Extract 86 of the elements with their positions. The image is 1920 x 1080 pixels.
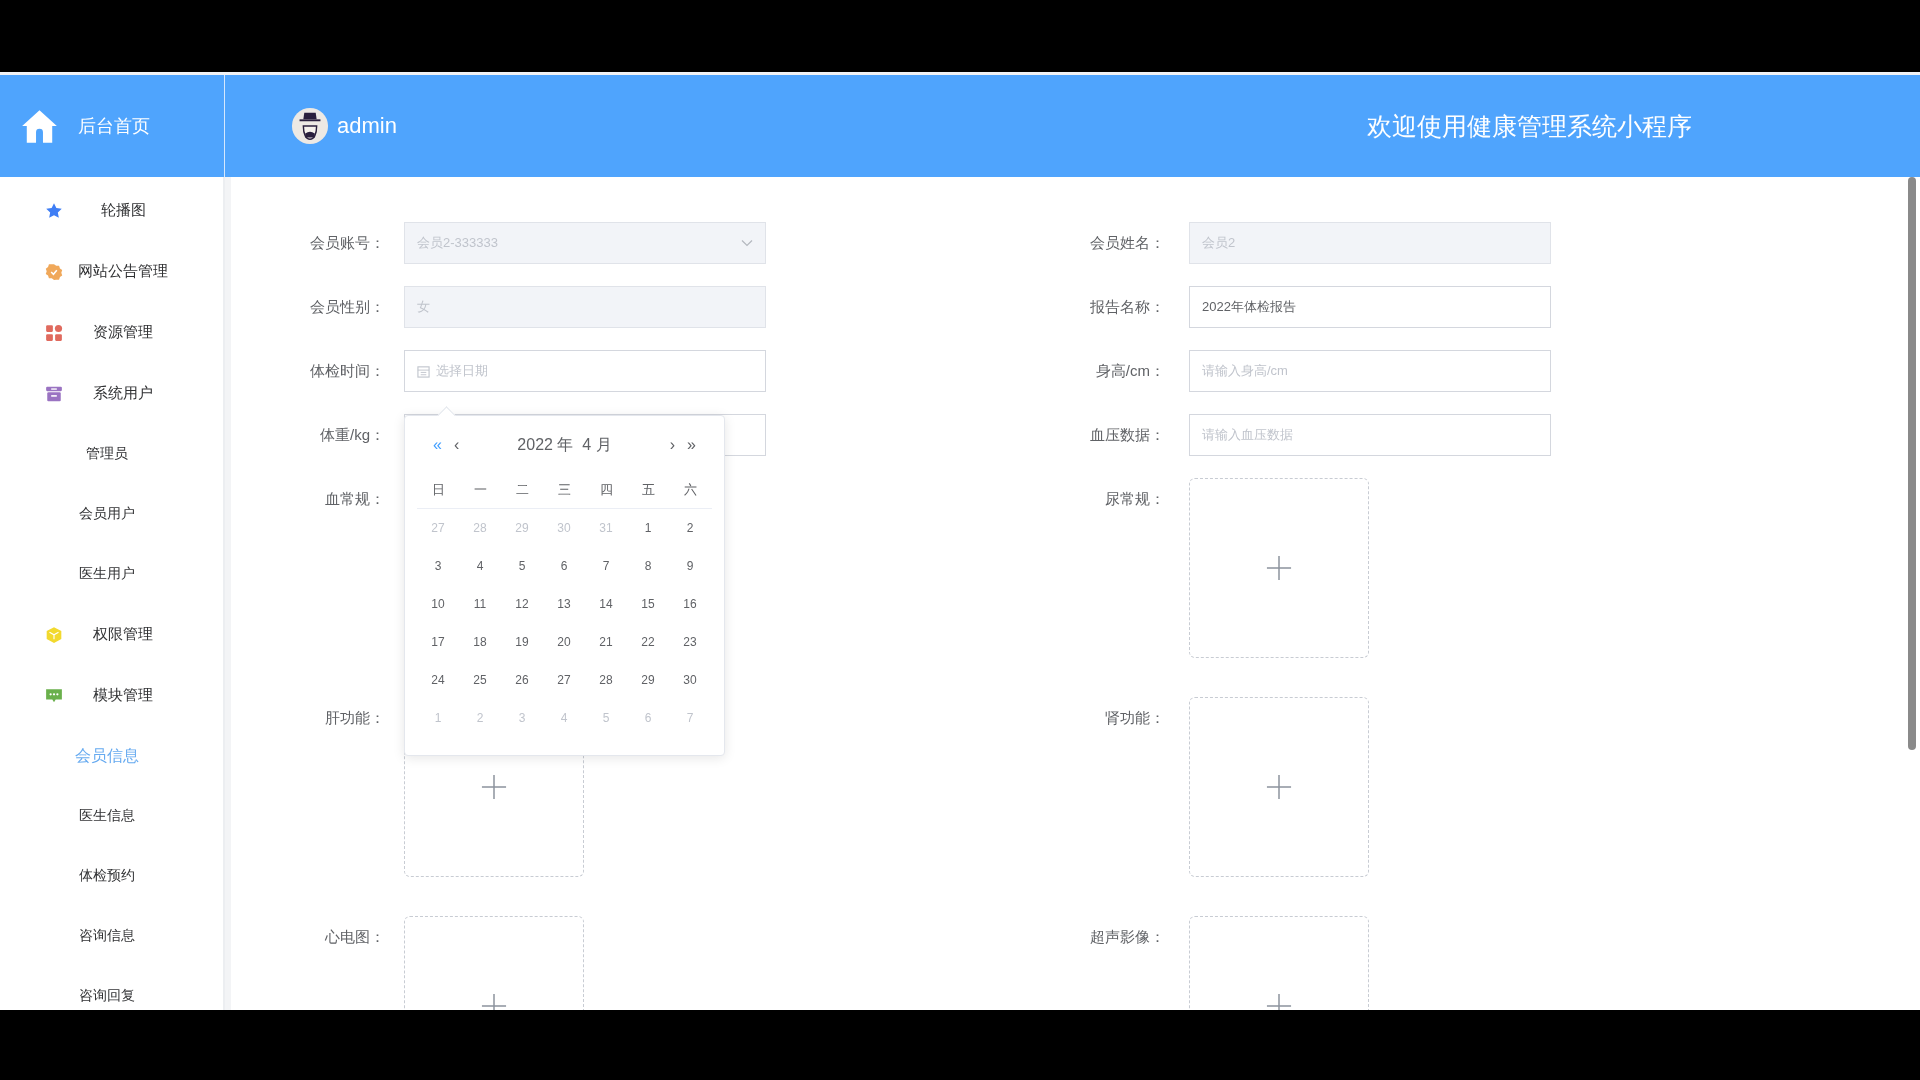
plus-icon: [481, 774, 507, 800]
calendar-day[interactable]: 17: [417, 635, 459, 649]
weekday-label: 日: [430, 481, 446, 499]
field-label: 会员账号：: [309, 233, 386, 253]
star-icon: [45, 201, 63, 220]
calendar-day[interactable]: 24: [417, 673, 459, 687]
menu-item[interactable]: 模块管理: [0, 665, 223, 726]
badge-icon: [45, 262, 63, 281]
submenu-item[interactable]: 咨询回复: [0, 966, 223, 1010]
menu-item[interactable]: 资源管理: [0, 302, 223, 363]
calendar-day[interactable]: 26: [501, 673, 543, 687]
month-title: 2022 年 4 月: [516, 434, 613, 455]
calendar-day[interactable]: 13: [543, 597, 585, 611]
avatar-icon: [291, 107, 329, 145]
calendar-day[interactable]: 21: [585, 635, 627, 649]
field-label: 尿常规：: [1104, 489, 1166, 509]
upload-box[interactable]: [1189, 478, 1369, 658]
calendar-day[interactable]: 2: [669, 521, 711, 535]
upload-box[interactable]: [1189, 697, 1369, 877]
home-icon: [21, 108, 58, 144]
calendar-day[interactable]: 23: [669, 635, 711, 649]
calendar-day[interactable]: 19: [501, 635, 543, 649]
weekday-label: 四: [598, 481, 614, 499]
calendar-day[interactable]: 30: [669, 673, 711, 687]
field-label: 体检时间：: [309, 361, 386, 381]
calendar-day[interactable]: 16: [669, 597, 711, 611]
calendar-day[interactable]: 20: [543, 635, 585, 649]
cube-icon: [45, 625, 63, 644]
submenu-item[interactable]: 咨询信息: [0, 906, 223, 966]
submenu-item[interactable]: 管理员: [0, 424, 223, 484]
menu-item[interactable]: 系统用户: [0, 363, 223, 424]
calendar-day[interactable]: 14: [585, 597, 627, 611]
menu-item[interactable]: 权限管理: [0, 604, 223, 665]
input-field[interactable]: 2022年体检报告: [1189, 286, 1551, 328]
archive-icon: [45, 384, 63, 403]
field-label: 会员性别：: [309, 297, 386, 317]
calendar-day[interactable]: 12: [501, 597, 543, 611]
weekday-label: 六: [682, 481, 698, 499]
previous-month-button[interactable]: ‹: [447, 435, 466, 455]
menu-item[interactable]: 轮播图: [0, 180, 223, 241]
next-month-button[interactable]: ›: [663, 435, 682, 455]
calendar-day[interactable]: 6: [543, 559, 585, 573]
user-name: admin: [337, 113, 397, 139]
weekday-label: 三: [556, 481, 572, 499]
calendar-day[interactable]: 29: [627, 673, 669, 687]
field-label: 体重/kg：: [319, 425, 386, 445]
menu-item[interactable]: 网站公告管理: [0, 241, 223, 302]
weekday-label: 一: [472, 481, 488, 499]
calendar-day[interactable]: 9: [669, 559, 711, 573]
submenu-item[interactable]: 医生信息: [0, 786, 223, 846]
field-label: 肾功能：: [1104, 708, 1166, 728]
field-label: 心电图：: [324, 927, 386, 947]
calendar-day[interactable]: 8: [627, 559, 669, 573]
plus-icon: [1266, 774, 1292, 800]
plus-icon: [1266, 555, 1292, 581]
app-title: 欢迎使用健康管理系统小程序: [1367, 110, 1692, 142]
field-label: 身高/cm：: [1094, 361, 1166, 381]
calendar-day[interactable]: 18: [459, 635, 501, 649]
field-label: 血常规：: [324, 489, 386, 509]
calendar-day[interactable]: 15: [627, 597, 669, 611]
field-label: 超声影像：: [1089, 927, 1166, 947]
calendar-day[interactable]: 7: [585, 559, 627, 573]
calendar-icon: [417, 364, 430, 378]
calendar-day[interactable]: 27: [543, 673, 585, 687]
field-label: 会员姓名：: [1089, 233, 1166, 253]
field-label: 血压数据：: [1089, 425, 1166, 445]
calendar-day[interactable]: 22: [627, 635, 669, 649]
calendar-day[interactable]: 3: [417, 559, 459, 573]
calendar-day[interactable]: 5: [501, 559, 543, 573]
submenu-item[interactable]: 体检预约: [0, 846, 223, 906]
calendar-day[interactable]: 11: [459, 597, 501, 611]
field-label: 报告名称：: [1089, 297, 1166, 317]
field-label: 肝功能：: [324, 708, 386, 728]
weekday-label: 二: [514, 481, 530, 499]
calendar-day[interactable]: 4: [459, 559, 501, 573]
calendar-day[interactable]: 1: [627, 521, 669, 535]
grid-icon: [45, 323, 63, 342]
submenu-item[interactable]: 会员用户: [0, 484, 223, 544]
chevron-down-icon: [741, 239, 753, 247]
calendar-day[interactable]: 10: [417, 597, 459, 611]
submenu-item[interactable]: 医生用户: [0, 544, 223, 604]
calendar-day[interactable]: 25: [459, 673, 501, 687]
next-year-button[interactable]: »: [681, 435, 702, 455]
weekday-label: 五: [640, 481, 656, 499]
scrollbar[interactable]: [1908, 177, 1916, 750]
calendar-day[interactable]: 28: [585, 673, 627, 687]
